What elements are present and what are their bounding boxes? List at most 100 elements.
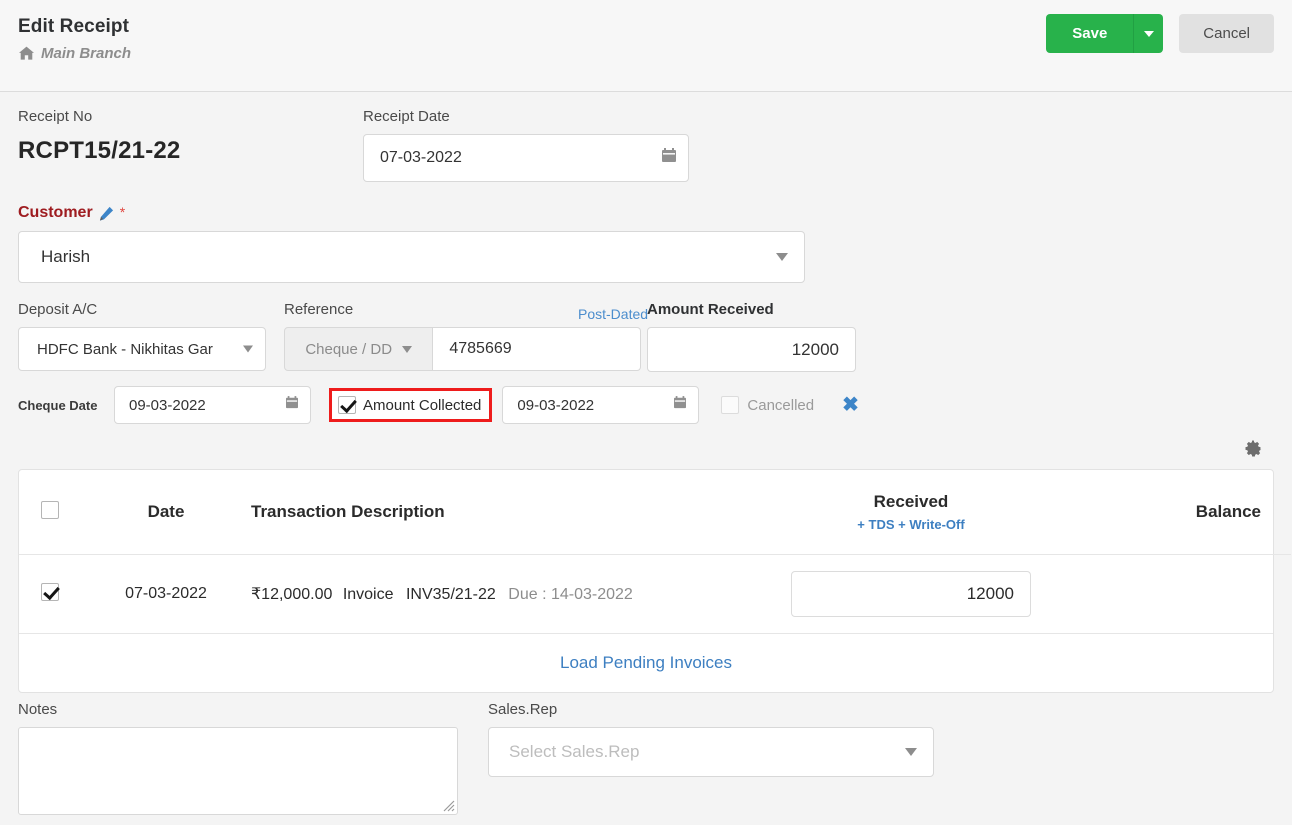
- customer-label: Customer: [18, 204, 93, 221]
- receipt-no-value: RCPT15/21-22: [18, 137, 181, 164]
- pencil-icon[interactable]: [99, 206, 114, 221]
- table-row: 07-03-2022 ₹12,000.00 Invoice INV35/21-2…: [19, 554, 1291, 634]
- receipt-no-group: Receipt No RCPT15/21-22: [18, 108, 363, 182]
- customer-select[interactable]: Harish: [18, 231, 805, 283]
- row-amount: ₹12,000.00: [251, 586, 333, 603]
- amount-received-field[interactable]: 12000: [647, 327, 856, 372]
- row-select-cell: [19, 555, 81, 634]
- reference-input-group: Cheque / DD 4785669: [284, 327, 641, 371]
- cancelled-checkbox[interactable]: [721, 396, 740, 414]
- deposit-account-select[interactable]: HDFC Bank - Nikhitas Gar: [18, 327, 266, 371]
- amount-collected-date-value: 09-03-2022: [517, 396, 595, 414]
- receipt-date-field[interactable]: 07-03-2022: [363, 134, 689, 182]
- row-received-input[interactable]: 12000: [791, 571, 1031, 617]
- reference-number-value: 4785669: [449, 340, 512, 357]
- receipt-date-label: Receipt Date: [363, 108, 450, 125]
- calendar-icon[interactable]: [662, 148, 676, 168]
- amount-collected-label: Amount Collected: [363, 396, 482, 414]
- calendar-icon[interactable]: [674, 396, 687, 414]
- column-header-received-text: Received: [873, 492, 949, 511]
- save-button-group: Save: [1046, 14, 1164, 53]
- chevron-down-icon: [776, 253, 788, 261]
- sales-rep-placeholder: Select Sales.Rep: [509, 742, 640, 761]
- notes-label: Notes: [18, 701, 58, 718]
- deposit-account-group: Deposit A/C HDFC Bank - Nikhitas Gar: [18, 301, 266, 371]
- customer-value: Harish: [41, 247, 91, 266]
- row-checkbox[interactable]: [41, 582, 59, 601]
- deposit-account-value: HDFC Bank - Nikhitas Gar: [37, 340, 213, 358]
- column-header-date: Date: [147, 502, 185, 521]
- invoice-table: Date Transaction Description Received + …: [18, 469, 1291, 693]
- row-doc-no: INV35/21-22: [405, 586, 496, 603]
- tds-writeoff-link[interactable]: + TDS + Write-Off: [751, 517, 1071, 532]
- invoice-table-body: 07-03-2022 ₹12,000.00 Invoice INV35/21-2…: [19, 554, 1291, 634]
- load-pending-invoices-link[interactable]: Load Pending Invoices: [560, 653, 732, 672]
- column-header-received: Received + TDS + Write-Off: [751, 470, 1071, 555]
- reference-type-value: Cheque / DD: [305, 340, 393, 358]
- cheque-date-field[interactable]: 09-03-2022: [114, 386, 311, 424]
- invoice-table-element: Date Transaction Description Received + …: [19, 470, 1291, 633]
- cheque-date-label: Cheque Date: [18, 397, 98, 413]
- x-remove-icon[interactable]: ✖: [842, 395, 859, 415]
- deposit-account-label: Deposit A/C: [18, 301, 98, 318]
- gear-icon[interactable]: [1245, 440, 1262, 457]
- branch-name: Main Branch: [41, 45, 132, 62]
- cheque-row: Cheque Date 09-03-2022 Amount Collected …: [18, 386, 1274, 424]
- receipt-date-input[interactable]: 07-03-2022: [364, 135, 688, 181]
- row-date: 07-03-2022: [125, 585, 207, 602]
- sales-rep-select[interactable]: Select Sales.Rep: [488, 727, 934, 777]
- chevron-down-icon: [243, 345, 253, 353]
- receipt-no-label: Receipt No: [18, 108, 93, 125]
- row-balance: [1071, 555, 1291, 634]
- save-dropdown-button[interactable]: [1133, 14, 1164, 53]
- cancelled-label: Cancelled: [747, 396, 815, 414]
- amount-received-label: Amount Received: [647, 301, 774, 318]
- header-actions: Save Cancel: [1046, 14, 1274, 53]
- row-received-cell: 12000: [751, 555, 1071, 634]
- amount-received-value: 12000: [791, 339, 839, 359]
- select-all-header: [19, 470, 81, 555]
- invoice-table-head: Date Transaction Description Received + …: [19, 470, 1291, 555]
- sales-rep-label: Sales.Rep: [488, 701, 558, 718]
- resize-handle-icon[interactable]: [441, 798, 455, 812]
- sales-rep-group: Sales.Rep Select Sales.Rep: [488, 701, 938, 815]
- select-all-checkbox[interactable]: [41, 500, 59, 519]
- home-icon: [18, 46, 35, 61]
- notes-group: Notes: [18, 701, 488, 815]
- column-header-description: Transaction Description: [251, 502, 445, 521]
- receipt-date-group: Receipt Date 07-03-2022: [363, 108, 689, 182]
- cancelled-group: Cancelled ✖: [721, 395, 859, 415]
- reference-type-select[interactable]: Cheque / DD: [284, 327, 434, 371]
- amount-collected-checkbox[interactable]: [338, 396, 356, 414]
- branch-row: Main Branch: [18, 45, 131, 62]
- amount-received-group: Amount Received 12000: [641, 301, 856, 372]
- bottom-row: Notes Sales.Rep Select Sales.Rep: [18, 701, 1274, 815]
- post-dated-link[interactable]: Post-Dated: [578, 306, 648, 322]
- title-block: Edit Receipt Main Branch: [18, 16, 131, 62]
- required-asterisk: *: [119, 204, 126, 220]
- column-header-balance: Balance: [1195, 502, 1261, 521]
- chevron-down-icon: [905, 748, 917, 756]
- customer-label-row: Customer *: [18, 204, 1274, 222]
- reference-number-field[interactable]: 4785669: [433, 327, 641, 371]
- row-doc-type: Invoice: [342, 586, 394, 603]
- save-button[interactable]: Save: [1046, 14, 1134, 53]
- receipt-row: Receipt No RCPT15/21-22 Receipt Date 07-…: [18, 108, 1274, 182]
- deposit-row: Deposit A/C HDFC Bank - Nikhitas Gar Ref…: [18, 301, 1274, 372]
- amount-collected-date-field[interactable]: 09-03-2022: [502, 386, 700, 424]
- chevron-down-icon: [1143, 30, 1154, 37]
- amount-collected-highlight: Amount Collected: [329, 388, 493, 422]
- cancel-button[interactable]: Cancel: [1179, 14, 1274, 53]
- notes-textarea[interactable]: [18, 727, 458, 815]
- cheque-date-value: 09-03-2022: [129, 396, 206, 414]
- page-header: Edit Receipt Main Branch Save Cancel: [0, 0, 1292, 92]
- row-description: ₹12,000.00 Invoice INV35/21-22 Due : 14-…: [251, 555, 751, 634]
- table-header-row: Date Transaction Description Received + …: [19, 470, 1291, 555]
- row-received-value: 12000: [966, 584, 1014, 603]
- chevron-down-icon: [402, 345, 413, 353]
- table-settings-row: [18, 440, 1274, 457]
- page-title: Edit Receipt: [18, 16, 129, 37]
- form-body: Receipt No RCPT15/21-22 Receipt Date 07-…: [0, 108, 1292, 815]
- invoice-table-footer: Load Pending Invoices: [19, 633, 1273, 692]
- calendar-icon[interactable]: [286, 396, 298, 414]
